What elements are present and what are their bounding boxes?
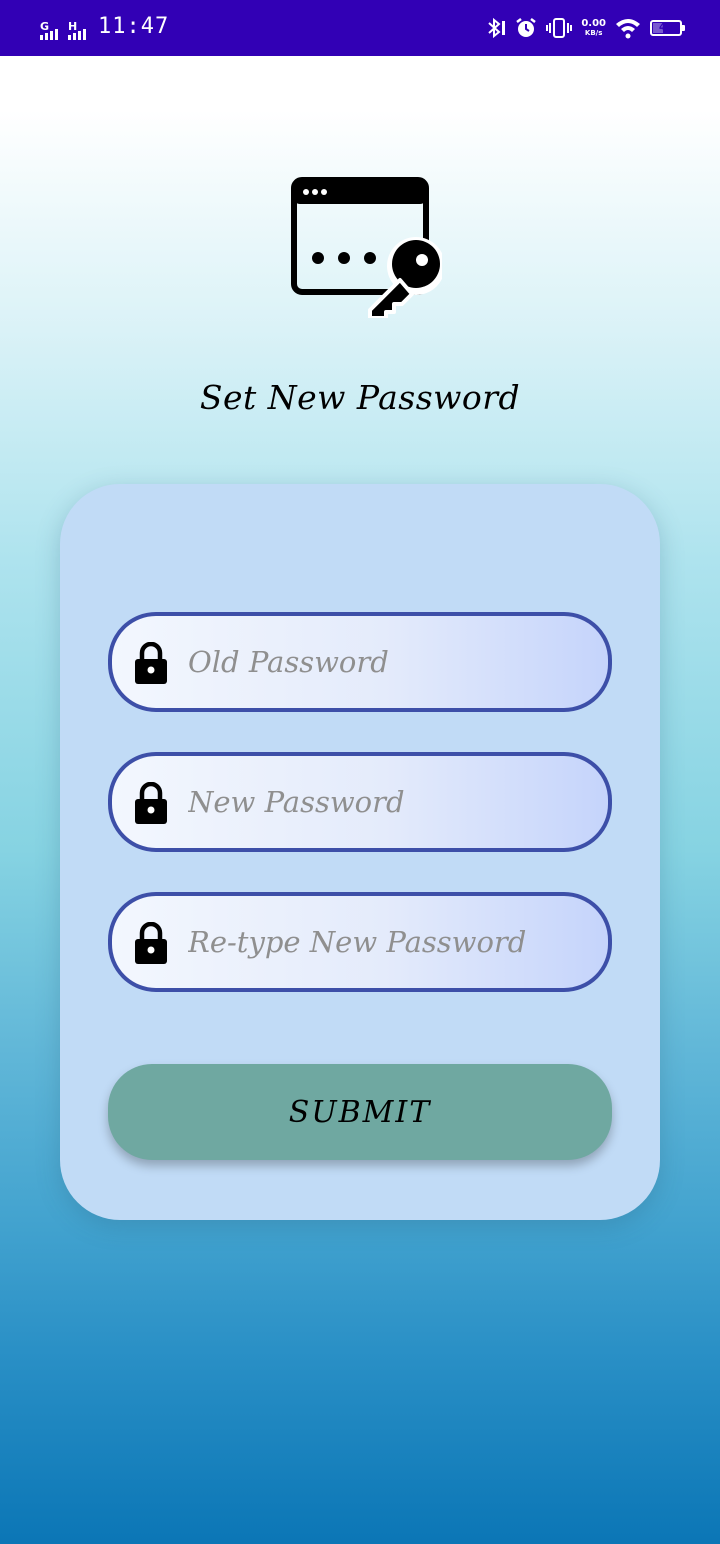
network-type-label: G xyxy=(40,20,50,33)
status-bar-left: G H 11:47 xyxy=(40,14,169,40)
lock-icon xyxy=(134,781,168,824)
battery-icon: 43 xyxy=(650,20,685,36)
status-bar-right: 0.00 KB/s 43 xyxy=(484,14,685,42)
vibrate-icon xyxy=(546,17,573,39)
network-speed-value: 0.00 xyxy=(581,18,606,29)
wifi-icon xyxy=(615,17,641,39)
bluetooth-icon xyxy=(484,17,506,39)
status-time: 11:47 xyxy=(98,14,170,39)
network-speed-unit: KB/s xyxy=(584,29,603,37)
new-password-field[interactable] xyxy=(108,752,612,852)
network-speed: 0.00 KB/s xyxy=(581,18,606,38)
status-bar: G H 11:47 0.00 KB/s 43 xyxy=(0,0,720,56)
old-password-field[interactable] xyxy=(108,612,612,712)
browser-password-key-icon xyxy=(290,176,445,320)
new-password-input[interactable] xyxy=(188,756,588,848)
old-password-input[interactable] xyxy=(188,616,588,708)
signal-strength-icon-sim2: H xyxy=(68,21,86,40)
retype-password-field[interactable] xyxy=(108,892,612,992)
retype-password-input[interactable] xyxy=(188,896,588,988)
network-type-label: H xyxy=(68,20,78,33)
signal-strength-icon-sim1: G xyxy=(40,21,58,40)
alarm-icon xyxy=(515,17,537,39)
lock-icon xyxy=(134,641,168,684)
page-title: Set New Password xyxy=(199,378,521,417)
battery-level: 43 xyxy=(659,22,673,33)
password-card: SUBMIT xyxy=(60,484,660,1220)
submit-button[interactable]: SUBMIT xyxy=(108,1064,612,1160)
lock-icon xyxy=(134,921,168,964)
